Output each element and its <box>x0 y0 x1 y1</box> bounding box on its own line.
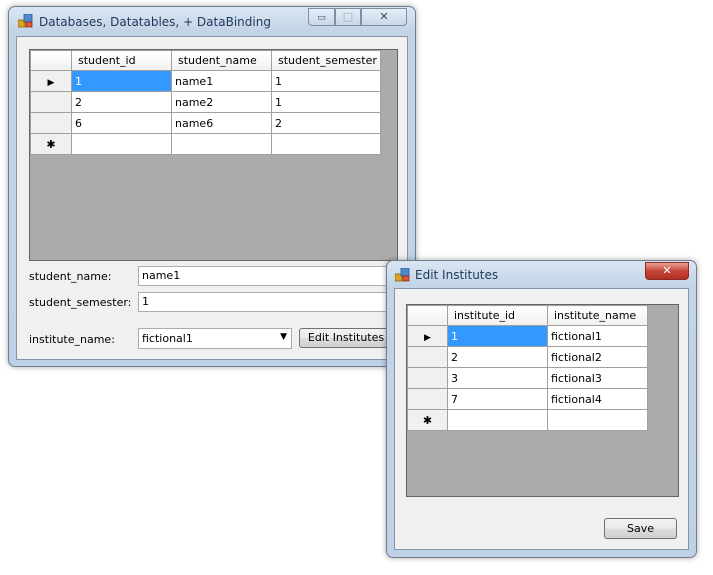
table-cell[interactable]: 7 <box>447 388 548 410</box>
grid-corner[interactable] <box>407 305 448 326</box>
table-row[interactable]: 3 fictional3 <box>407 367 648 389</box>
table-cell[interactable] <box>71 133 172 155</box>
header-row: student_id student_name student_semester <box>30 50 381 71</box>
table-cell[interactable]: 1 <box>271 70 381 92</box>
row-header[interactable] <box>407 346 448 368</box>
table-row[interactable]: ▶ 1 name1 1 <box>30 70 381 92</box>
institute-name-label: institute_name: <box>29 333 115 346</box>
table-row[interactable]: ▶ 1 fictional1 <box>407 325 648 347</box>
row-header[interactable] <box>30 91 72 113</box>
institute-name-combobox[interactable]: fictional1 ▼ <box>138 328 292 349</box>
row-header[interactable]: ▶ <box>407 325 448 347</box>
student-semester-field[interactable]: 1 <box>138 292 398 312</box>
edit-institutes-dialog: Edit Institutes ✕ institute_id institute… <box>386 260 697 558</box>
maximize-button[interactable]: □ <box>335 8 361 26</box>
main-window-title: Databases, Datatables, + DataBinding <box>39 15 271 29</box>
institutes-datagrid[interactable]: institute_id institute_name ▶ 1 fictiona… <box>406 304 679 497</box>
new-row[interactable]: ✱ <box>407 409 648 431</box>
row-header[interactable]: ✱ <box>407 409 448 431</box>
table-cell[interactable] <box>447 409 548 431</box>
grid-corner[interactable] <box>30 50 72 71</box>
table-cell[interactable]: 2 <box>447 346 548 368</box>
row-header[interactable]: ✱ <box>30 133 72 155</box>
dialog-title: Edit Institutes <box>415 268 499 282</box>
column-header-institute-id[interactable]: institute_id <box>447 305 548 326</box>
table-cell[interactable]: fictional2 <box>547 346 648 368</box>
table-cell[interactable] <box>171 133 272 155</box>
dialog-client-area: institute_id institute_name ▶ 1 fictiona… <box>394 288 689 550</box>
table-cell[interactable]: 6 <box>71 112 172 134</box>
table-cell[interactable]: fictional4 <box>547 388 648 410</box>
column-header-student-semester[interactable]: student_semester <box>271 50 381 71</box>
table-cell[interactable]: 2 <box>71 91 172 113</box>
app-icon <box>18 14 33 28</box>
table-cell[interactable]: 2 <box>271 112 381 134</box>
row-header[interactable] <box>407 367 448 389</box>
student-name-field[interactable]: name1 <box>138 266 398 286</box>
student-name-label: student_name: <box>29 270 112 283</box>
column-header-student-name[interactable]: student_name <box>171 50 272 71</box>
column-header-student-id[interactable]: student_id <box>71 50 172 71</box>
table-cell[interactable]: 1 <box>447 325 548 347</box>
row-header[interactable] <box>407 388 448 410</box>
table-row[interactable]: 7 fictional4 <box>407 388 648 410</box>
column-header-institute-name[interactable]: institute_name <box>547 305 648 326</box>
current-row-icon: ▶ <box>424 332 431 343</box>
close-icon: ✕ <box>379 10 389 23</box>
table-cell[interactable] <box>271 133 381 155</box>
table-row[interactable]: 6 name6 2 <box>30 112 381 134</box>
table-row[interactable]: 2 fictional2 <box>407 346 648 368</box>
students-table: student_id student_name student_semester… <box>30 50 381 155</box>
main-client-area: student_id student_name student_semester… <box>16 36 408 360</box>
chevron-down-icon[interactable]: ▼ <box>280 332 287 342</box>
dialog-close-button[interactable]: ✕ <box>645 262 689 280</box>
current-row-icon: ▶ <box>47 77 55 88</box>
table-cell[interactable]: 3 <box>447 367 548 389</box>
minimize-icon: ▭ <box>317 13 326 23</box>
dialog-app-icon <box>395 268 410 282</box>
minimize-button[interactable]: ▭ <box>308 8 335 26</box>
maximize-icon: □ <box>342 10 354 23</box>
dialog-titlebar[interactable]: Edit Institutes ✕ <box>387 261 696 289</box>
table-cell[interactable]: fictional1 <box>547 325 648 347</box>
table-cell[interactable]: 1 <box>71 70 172 92</box>
institutes-table: institute_id institute_name ▶ 1 fictiona… <box>407 305 648 431</box>
new-row[interactable]: ✱ <box>30 133 381 155</box>
table-cell[interactable]: name1 <box>171 70 272 92</box>
main-window: Databases, Datatables, + DataBinding ▭ □… <box>8 6 416 367</box>
table-row[interactable]: 2 name2 1 <box>30 91 381 113</box>
header-row: institute_id institute_name <box>407 305 648 326</box>
new-row-icon: ✱ <box>46 137 56 151</box>
main-titlebar[interactable]: Databases, Datatables, + DataBinding ▭ □… <box>9 7 415 35</box>
close-icon: ✕ <box>662 264 672 277</box>
close-button[interactable]: ✕ <box>361 8 407 26</box>
table-cell[interactable]: name6 <box>171 112 272 134</box>
table-cell[interactable]: fictional3 <box>547 367 648 389</box>
new-row-icon: ✱ <box>422 413 433 427</box>
institute-name-value: fictional1 <box>142 332 193 345</box>
edit-institutes-button[interactable]: Edit Institutes <box>299 328 393 348</box>
student-semester-label: student_semester: <box>29 296 132 309</box>
row-header[interactable]: ▶ <box>30 70 72 92</box>
save-button[interactable]: Save <box>604 518 677 539</box>
row-header[interactable] <box>30 112 72 134</box>
table-cell[interactable]: name2 <box>171 91 272 113</box>
table-cell[interactable] <box>547 409 648 431</box>
table-cell[interactable]: 1 <box>271 91 381 113</box>
students-datagrid[interactable]: student_id student_name student_semester… <box>29 49 398 261</box>
